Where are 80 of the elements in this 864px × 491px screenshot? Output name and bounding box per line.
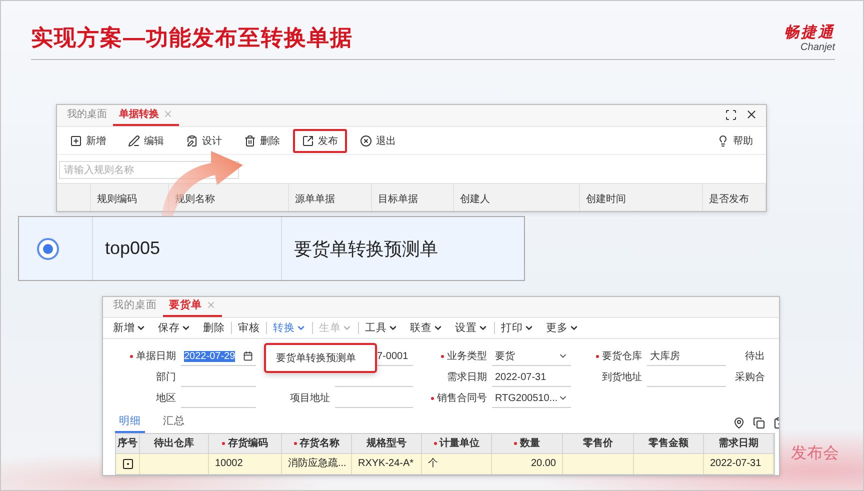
- column-header: 数量: [492, 434, 563, 454]
- toolbar-button[interactable]: 编辑: [119, 128, 173, 152]
- table-cell: 10002: [209, 454, 282, 474]
- dropdown-field[interactable]: RTG200510...: [492, 389, 571, 408]
- rule-code: top005: [105, 238, 160, 259]
- field-label: 单据日期: [103, 347, 181, 366]
- input-field[interactable]: 大库房: [647, 347, 726, 366]
- logo-subtext: Chanjet: [800, 42, 835, 53]
- help-button[interactable]: 帮助: [708, 128, 762, 152]
- field-label: 要货仓库: [575, 347, 647, 366]
- table-cell: 消防应急疏...: [282, 454, 352, 474]
- date-field[interactable]: 2022-07-29: [181, 347, 256, 366]
- tab[interactable]: 要货单: [163, 298, 222, 318]
- location-pin-icon[interactable]: [733, 417, 745, 429]
- toolbar-button[interactable]: 联查: [404, 321, 449, 336]
- maximize-icon[interactable]: [725, 108, 737, 120]
- toolbar-button[interactable]: 设置: [449, 321, 494, 336]
- column-header: 规格型号: [352, 434, 422, 454]
- menu-item[interactable]: 要货单转换预测单: [264, 343, 377, 374]
- column-header: 计量单位: [422, 434, 492, 454]
- column-header: 创建时间: [580, 184, 703, 211]
- slide-title: 实现方案—功能发布至转换单据: [31, 24, 353, 52]
- close-icon[interactable]: [745, 108, 758, 121]
- pencil-icon: [128, 134, 140, 146]
- dropdown-field[interactable]: 要货: [492, 347, 571, 366]
- table-cell: [563, 454, 634, 474]
- tab[interactable]: 单据转换: [113, 107, 179, 126]
- column-header: 源单单据: [289, 184, 372, 211]
- field-label: 待出: [744, 350, 766, 364]
- table-cell: [634, 454, 704, 474]
- column-header: 存货编码: [209, 434, 282, 454]
- toolbar-button[interactable]: 新增: [107, 321, 152, 336]
- lightbulb-icon: [717, 134, 729, 146]
- column-header: 零售价: [563, 434, 634, 454]
- toolbar-button[interactable]: 发布: [293, 128, 347, 152]
- clipboard-icon: [186, 134, 198, 146]
- toolbar-button[interactable]: 删除: [235, 128, 289, 152]
- toolbar-button[interactable]: 工具: [359, 321, 404, 336]
- calendar-icon: [243, 351, 253, 362]
- column-header: 序号: [116, 434, 140, 454]
- share-icon: [302, 134, 314, 146]
- logo-text: 畅捷通: [784, 23, 835, 42]
- table-cell: RXYK-24-A*: [352, 454, 422, 474]
- toolbar-button[interactable]: 转换: [267, 321, 312, 336]
- column-header: 存货名称: [282, 434, 352, 454]
- toolbar-button[interactable]: 保存: [152, 321, 197, 336]
- field-label: 地区: [155, 392, 177, 406]
- column-header: 是否发布: [703, 184, 766, 211]
- toolbar-button[interactable]: 退出: [351, 128, 405, 152]
- row-icon[interactable]: [122, 458, 134, 470]
- column-header: 待出仓库: [140, 434, 209, 454]
- copy-icon[interactable]: [753, 417, 765, 429]
- tab[interactable]: 汇总: [159, 414, 189, 433]
- toolbar-button[interactable]: 设计: [177, 128, 231, 152]
- field-label: 销售合同号: [417, 389, 492, 408]
- column-header: 零售金额: [634, 434, 704, 454]
- toolbar-button[interactable]: 更多: [540, 321, 585, 336]
- field-label: 业务类型: [417, 347, 492, 366]
- field-label: 采购合: [734, 370, 766, 386]
- field-label: 到货地址: [601, 370, 643, 386]
- add-icon: [70, 134, 82, 146]
- column-header: 目标单据: [372, 184, 454, 211]
- field-label: 项目地址: [289, 392, 331, 406]
- table-cell: 20.00: [492, 454, 563, 474]
- table-cell: 2022-07-31: [704, 454, 774, 474]
- toolbar-button[interactable]: 打印: [495, 321, 540, 336]
- rule-name: 要货单转换预测单: [294, 238, 438, 260]
- close-circle-icon: [360, 134, 372, 146]
- toolbar-button[interactable]: 新增: [61, 128, 115, 152]
- field-label: 部门: [155, 370, 177, 386]
- field-label: 需求日期: [446, 370, 488, 386]
- column-header: 创建人: [454, 184, 580, 211]
- radio-button[interactable]: [37, 238, 59, 260]
- toolbar-button[interactable]: 删除: [197, 321, 231, 336]
- input-field[interactable]: 2022-07-31: [492, 368, 571, 388]
- footer-text: 发布会: [791, 444, 839, 464]
- table-cell: 个: [422, 454, 492, 474]
- toolbar-button[interactable]: 审核: [232, 321, 266, 336]
- column-header: 需求日期: [704, 434, 774, 454]
- trash-icon: [244, 134, 256, 146]
